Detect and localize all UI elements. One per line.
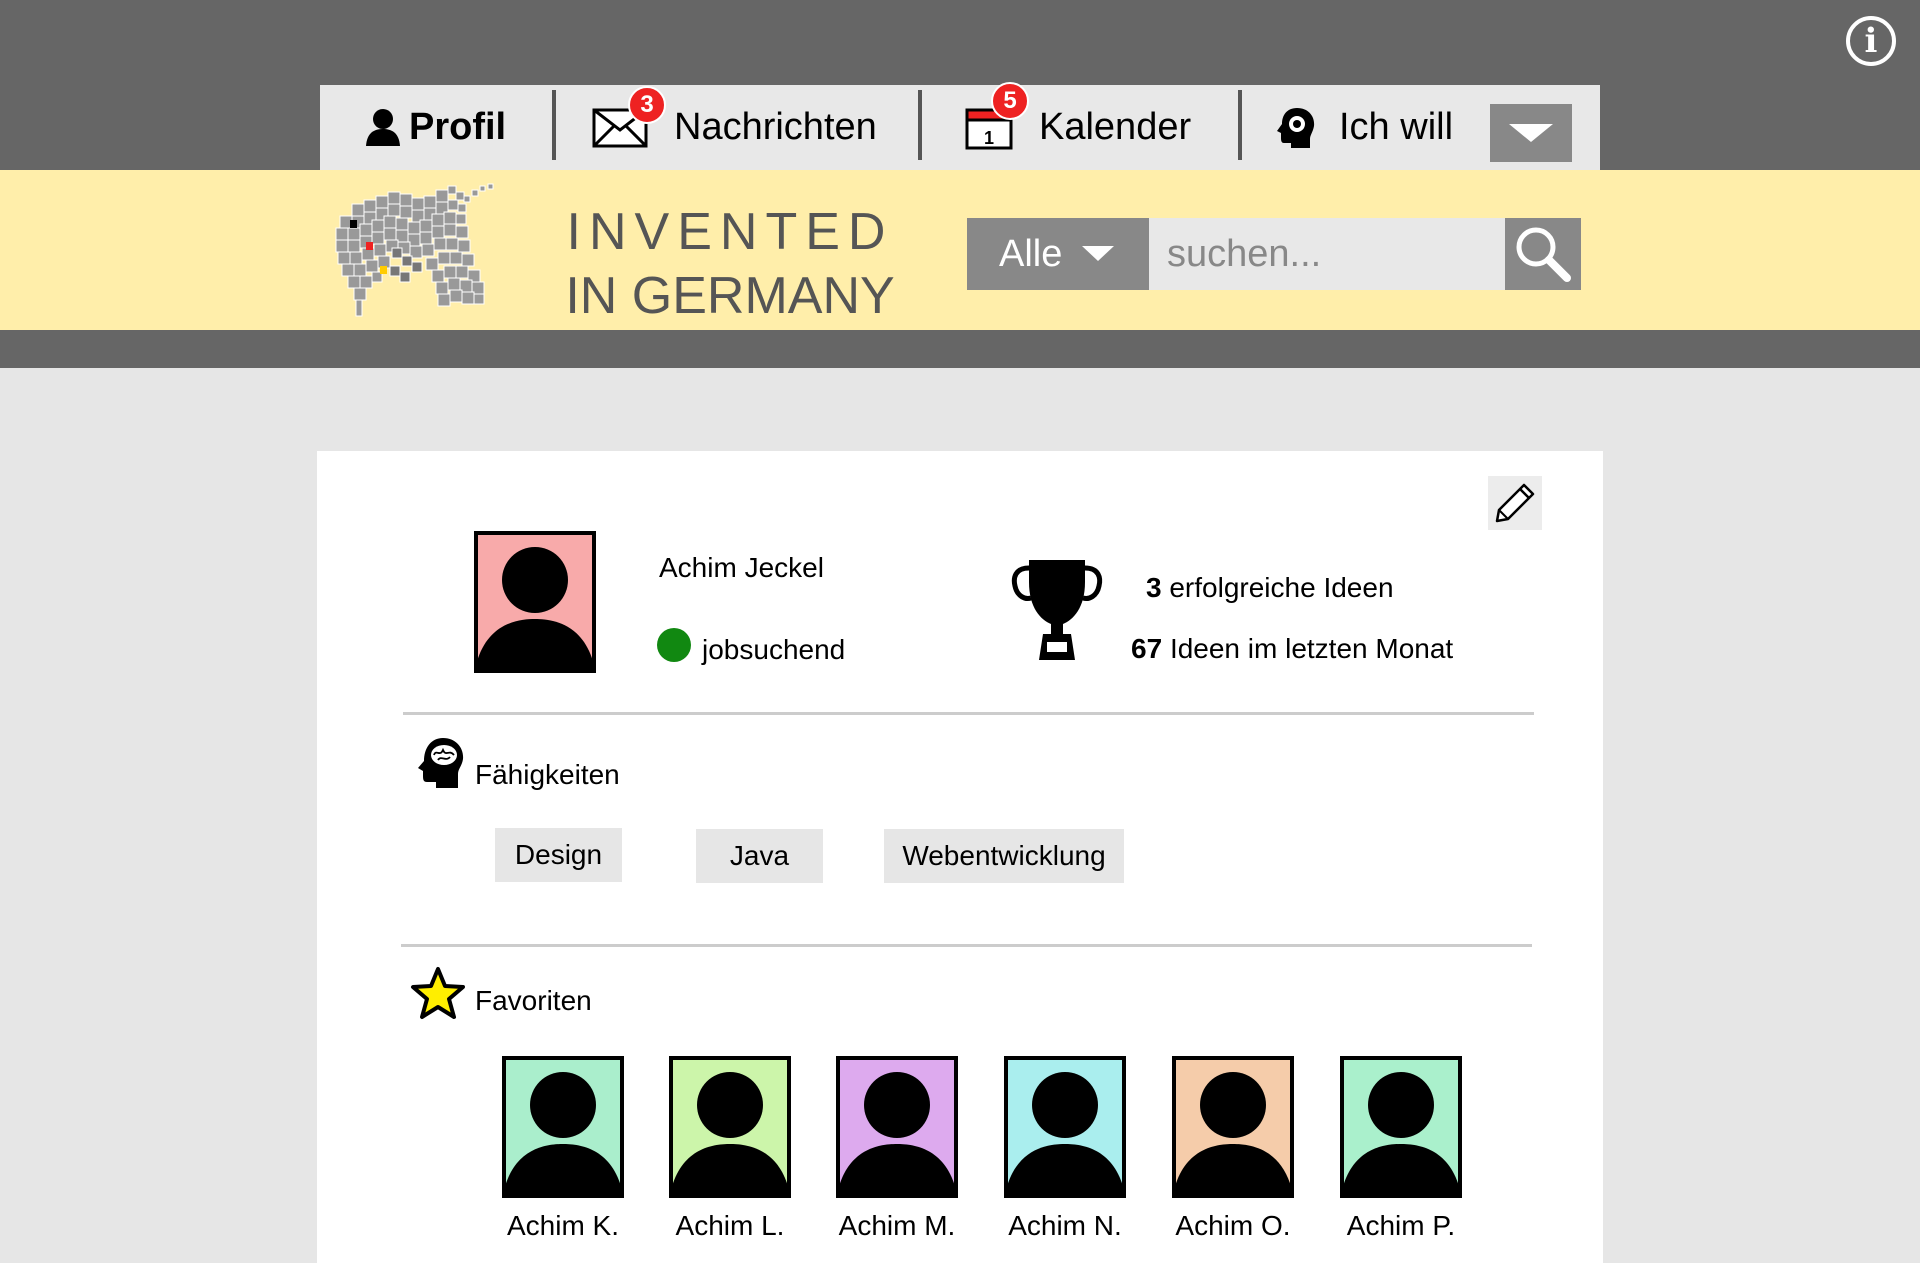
skill-tag[interactable]: Webentwicklung [884, 829, 1124, 883]
profile-avatar [474, 531, 596, 673]
edit-profile-button[interactable] [1488, 476, 1542, 530]
favorite-name: Achim M. [838, 1210, 956, 1241]
stat-label: erfolgreiche Ideen [1169, 572, 1394, 603]
idea-head-icon [1277, 107, 1315, 148]
favorite-avatar [502, 1056, 624, 1198]
tab-label: Ich will [1339, 106, 1454, 148]
favorites-title: Favoriten [475, 985, 592, 1016]
brain-head-icon [418, 738, 464, 788]
tab-label: Profil [409, 106, 507, 148]
brand-wordmark: INVENTED IN GERMANY [540, 200, 920, 328]
status-indicator [657, 628, 691, 662]
search-button[interactable] [1505, 218, 1581, 290]
favorite-avatar [1172, 1056, 1294, 1198]
favorite-name: Achim L. [675, 1210, 785, 1241]
chevron-down-icon [1509, 124, 1553, 142]
profile-name: Achim Jeckel [659, 552, 824, 583]
tab-label: Nachrichten [674, 106, 877, 148]
person-silhouette-icon [506, 1072, 620, 1194]
skill-tag[interactable]: Java [696, 829, 823, 883]
search-category-label: Alle [999, 232, 1063, 275]
skill-tag[interactable]: Design [495, 828, 622, 882]
favorite-name: Achim K. [506, 1210, 620, 1241]
pencil-icon [1495, 483, 1535, 523]
favorite-item[interactable]: Achim O. [1172, 1056, 1294, 1241]
tab-profil[interactable]: Profil [365, 85, 506, 170]
tab-separator [918, 90, 922, 160]
favorite-avatar [669, 1056, 791, 1198]
section-divider [401, 944, 1532, 947]
stat-ideas-last-month: 67 Ideen im letzten Monat [1131, 633, 1453, 665]
search-category-select[interactable]: Alle [967, 218, 1149, 290]
nav-dropdown-button[interactable] [1490, 104, 1572, 162]
unread-badge: 3 [628, 85, 666, 124]
chevron-down-icon [1082, 246, 1115, 261]
person-silhouette-icon [840, 1072, 954, 1194]
favorite-avatar [836, 1056, 958, 1198]
person-silhouette-icon [673, 1072, 787, 1194]
stat-value: 67 [1131, 633, 1163, 664]
tab-separator [552, 90, 556, 160]
tab-kalender[interactable]: 1 5 Kalender [965, 81, 1192, 170]
nav-tabs: Profil 3 Nachrichten 1 5 Kalender Ich wi… [320, 81, 1600, 170]
favorite-name: Achim O. [1175, 1210, 1291, 1241]
favorite-item[interactable]: Achim N. [1004, 1056, 1126, 1241]
star-icon [411, 967, 465, 1019]
stat-label: Ideen im letzten Monat [1169, 633, 1454, 664]
person-silhouette-icon [478, 547, 592, 669]
person-silhouette-icon [1176, 1072, 1290, 1194]
favorite-name: Achim P. [1346, 1210, 1456, 1241]
skills-title: Fähigkeiten [475, 759, 620, 790]
favorite-item[interactable]: Achim L. [669, 1056, 791, 1241]
trophy-icon [1011, 560, 1103, 660]
tab-ich-will[interactable]: Ich will [1275, 85, 1453, 170]
person-silhouette-icon [1344, 1072, 1458, 1194]
header-bottom-strip [0, 330, 1920, 368]
pixel-unicorn-logo [335, 183, 494, 317]
stat-successful-ideas: 3 erfolgreiche Ideen [1146, 572, 1394, 604]
events-badge: 5 [991, 81, 1029, 120]
favorite-item[interactable]: Achim K. [502, 1056, 624, 1241]
stat-value: 3 [1146, 572, 1162, 603]
search-icon [1516, 227, 1571, 282]
brand-line1: INVENTED [566, 203, 894, 261]
favorite-item[interactable]: Achim M. [836, 1056, 958, 1241]
tab-nachrichten[interactable]: 3 Nachrichten [592, 85, 877, 170]
tab-separator [1238, 90, 1242, 160]
user-icon [366, 108, 400, 146]
favorite-avatar [1340, 1056, 1462, 1198]
svg-text:1: 1 [984, 128, 994, 148]
brand-line2: IN GERMANY [565, 267, 895, 325]
profile-status: jobsuchend [702, 634, 846, 665]
tab-label: Kalender [1039, 106, 1192, 148]
favorite-avatar [1004, 1056, 1126, 1198]
favorite-name: Achim N. [1008, 1210, 1122, 1241]
search-input[interactable] [1149, 218, 1505, 290]
favorite-item[interactable]: Achim P. [1340, 1056, 1462, 1241]
person-silhouette-icon [1008, 1072, 1122, 1194]
header-band [0, 170, 1920, 330]
info-icon[interactable]: i [1846, 16, 1896, 66]
section-divider [403, 712, 1534, 715]
